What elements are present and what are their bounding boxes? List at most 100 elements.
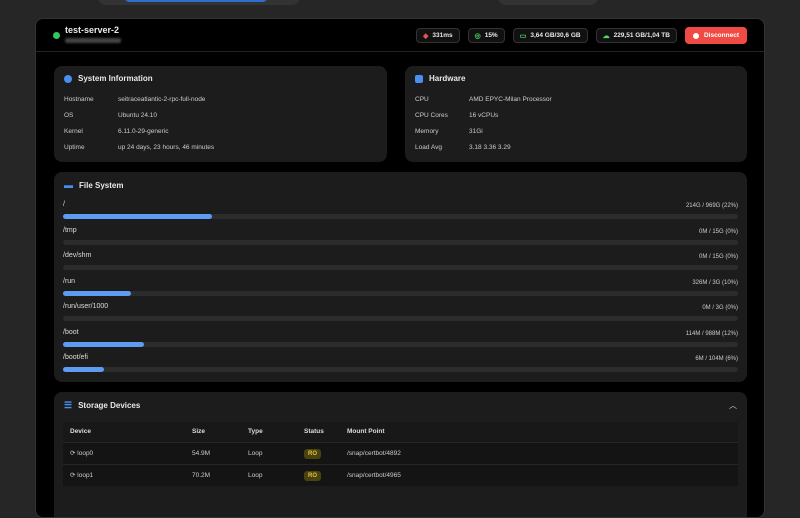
label: Uptime	[64, 144, 85, 151]
disconnect-icon	[692, 32, 699, 39]
mount-path: /	[63, 201, 65, 208]
value: 16 vCPUs	[469, 112, 499, 119]
table-row[interactable]: ⟳ loop1 70.2M Loop RO/snap/certbot/4965	[63, 463, 738, 486]
usage-bar	[63, 316, 738, 321]
usage-bar-fill	[63, 367, 104, 372]
storage-devices-card[interactable]: ☰ Storage Devices ︿ Device Size Type Status M…	[54, 392, 747, 517]
status-dot-icon	[53, 32, 60, 39]
usage-text: 114M / 988M (12%)	[685, 330, 738, 337]
usage-bar	[63, 214, 738, 219]
mount-path: /dev/shm	[63, 252, 92, 259]
info-row: Hostname seitraceatlantic-2-rpc-full-node	[64, 96, 205, 103]
label: Hostname	[64, 96, 94, 103]
cpu-badge: ◎ 15%	[467, 28, 505, 43]
system-info-card: System Information Hostname seitraceatlan…	[54, 66, 387, 162]
value: up 24 days, 23 hours, 46 minutes	[118, 144, 215, 151]
usage-text: 326M / 3G (10%)	[692, 279, 738, 286]
size: 54.9M	[185, 441, 241, 464]
info-row: Uptime up 24 days, 23 hours, 46 minutes	[64, 144, 214, 151]
filesystem-row: /run/user/1000 0M / 3G (0%)	[63, 303, 738, 323]
latency-value: 331ms	[432, 32, 453, 39]
disk-badge: ☁ 229,51 GB/1,04 TB	[595, 28, 677, 43]
mount-path: /boot/efi	[63, 354, 88, 361]
table-row[interactable]: ⟳ loop0 54.9M Loop RO/snap/certbot/4892	[63, 441, 738, 464]
col-size: Size	[185, 422, 241, 442]
mount-path: /boot	[63, 328, 79, 336]
latency-badge: ◆ 331ms	[415, 28, 460, 43]
usage-bar	[63, 239, 738, 245]
usage-bar-fill	[63, 290, 131, 296]
filesystem-row: /run 326M / 3G (10%)	[63, 278, 738, 298]
size: 70.2M	[185, 463, 241, 486]
server-address-redacted	[65, 38, 121, 43]
value: 31Gi	[469, 128, 483, 135]
mount-path: /tmp	[63, 226, 77, 234]
card-title: File System	[79, 180, 124, 190]
usage-text: 6M / 104M (6%)	[695, 356, 738, 362]
col-type: Type	[241, 422, 297, 442]
type: Loop	[241, 441, 297, 464]
storage-table: Device Size Type Status Mount Point ⟳ loop0 5…	[63, 422, 738, 486]
device: loop1	[77, 472, 94, 480]
tab-bar-secondary	[498, 0, 598, 5]
col-mount: Mount Point	[340, 422, 738, 442]
status-badge: RO	[304, 448, 321, 459]
label: Memory	[415, 128, 439, 135]
info-row: Kernel 6.11.0-29-generic	[64, 128, 168, 135]
mount-point: /snap/certbot/4892	[340, 441, 738, 464]
active-tab[interactable]	[124, 0, 268, 2]
mount-path: /run/user/1000	[63, 303, 109, 310]
label: Kernel	[64, 128, 83, 135]
table-header: Device Size Type Status Mount Point	[63, 422, 738, 442]
filesystem-row: / 214G / 969G (22%)	[63, 201, 738, 221]
disconnect-button[interactable]: Disconnect	[684, 27, 747, 44]
cpu-icon: ◎	[474, 32, 481, 40]
disconnect-label: Disconnect	[703, 32, 739, 39]
card-title: System Information	[78, 74, 153, 83]
filesystem-card: ▬ File System / 214G / 969G (22%) /tmp 0M / …	[54, 172, 747, 382]
filesystem-row: /boot/efi 6M / 104M (6%)	[63, 354, 738, 374]
usage-bar-fill	[63, 214, 212, 219]
server-name: test-server-2	[65, 25, 120, 35]
usage-bar	[63, 265, 738, 270]
usage-bar	[63, 290, 738, 296]
disk-icon: ☁	[602, 32, 610, 40]
status-badge: RO	[304, 470, 321, 481]
card-title: Storage Devices	[78, 401, 141, 410]
filesystem-row: /dev/shm 0M / 15G (0%)	[63, 252, 738, 272]
info-row: Memory 31Gi	[415, 128, 483, 135]
server-header: test-server-2 ◆ 331ms ◎ 15% ▭ 3,64 GB/30,6 …	[36, 19, 764, 52]
value: Ubuntu 24.10	[118, 112, 158, 119]
info-row: CPU Cores 16 vCPUs	[415, 112, 498, 119]
info-icon	[64, 74, 72, 83]
chip-icon	[415, 74, 423, 83]
server-window: test-server-2 ◆ 331ms ◎ 15% ▭ 3,64 GB/30,6 …	[35, 18, 765, 518]
wifi-icon: ◆	[422, 32, 429, 40]
col-status: Status	[297, 422, 340, 442]
filesystem-row: /boot 114M / 988M (12%)	[63, 329, 738, 349]
usage-bar	[63, 341, 738, 347]
memory-badge: ▭ 3,64 GB/30,6 GB	[512, 28, 588, 43]
value: 6.11.0-29-generic	[118, 128, 169, 135]
device: loop0	[77, 450, 94, 457]
label: Load Avg	[415, 144, 442, 151]
usage-text: 0M / 15G (0%)	[698, 254, 738, 260]
disk-value: 229,51 GB/1,04 TB	[613, 32, 670, 39]
info-row: CPU AMD EPYC-Milan Processor	[415, 96, 552, 103]
label: CPU	[415, 96, 429, 103]
memory-value: 3,64 GB/30,6 GB	[530, 32, 581, 39]
label: CPU Cores	[415, 112, 448, 119]
info-row: OS Ubuntu 24.10	[64, 112, 157, 119]
value: 3.18 3.36 3.29	[469, 144, 511, 151]
value: AMD EPYC-Milan Processor	[469, 96, 552, 103]
value: seitraceatlantic-2-rpc-full-node	[118, 96, 206, 103]
usage-text: 0M / 3G (0%)	[702, 305, 738, 311]
usage-text: 214G / 969G (22%)	[685, 203, 738, 209]
mount-path: /run	[63, 277, 76, 285]
info-row: Load Avg 3.18 3.36 3.29	[415, 144, 511, 151]
usage-bar-fill	[63, 341, 144, 347]
col-device: Device	[63, 422, 185, 442]
tab-bar	[98, 0, 300, 5]
storage-icon: ☰	[64, 400, 73, 410]
chevron-up-icon[interactable]: ︿	[729, 400, 737, 411]
